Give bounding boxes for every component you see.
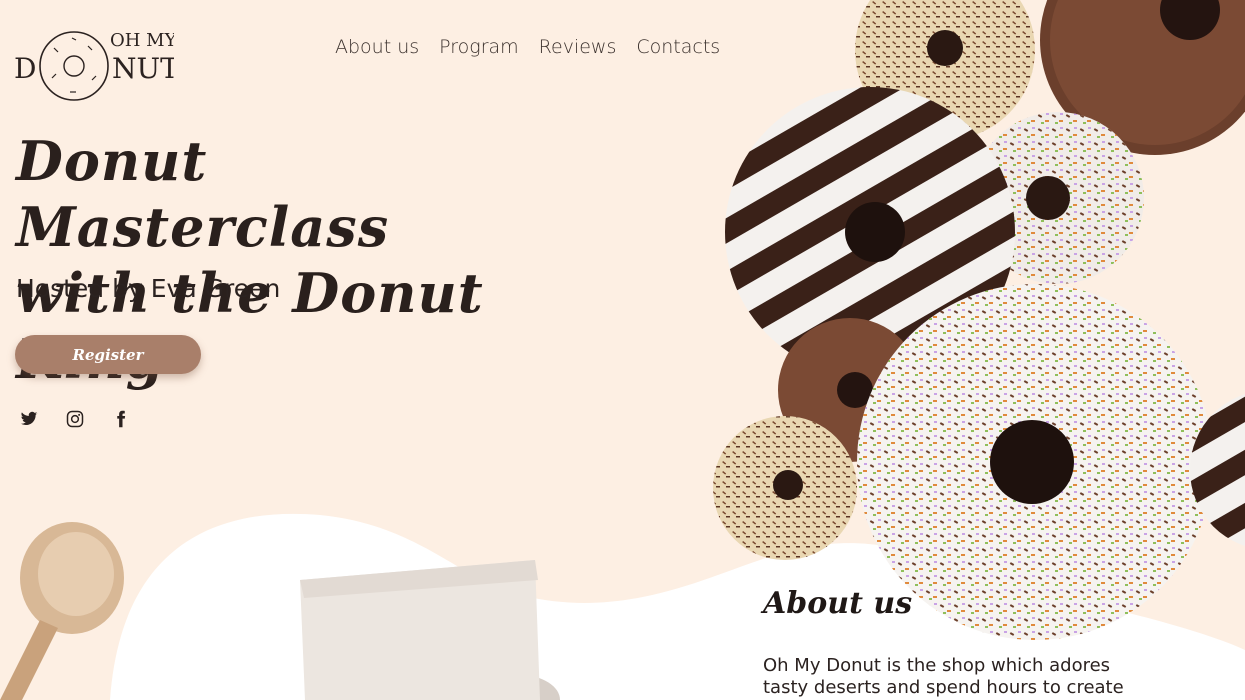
nav-reviews[interactable]: Reviews bbox=[539, 36, 617, 58]
social-links bbox=[20, 410, 130, 430]
about-title: About us bbox=[763, 586, 913, 621]
instagram-icon[interactable] bbox=[66, 410, 84, 430]
facebook-icon[interactable] bbox=[112, 410, 130, 430]
main-navigation: About us Program Reviews Contacts bbox=[335, 36, 720, 58]
wooden-spoon-image bbox=[0, 522, 124, 700]
twitter-icon[interactable] bbox=[20, 410, 38, 430]
register-button[interactable]: Register bbox=[15, 335, 201, 374]
about-text: Oh My Donut is the shop which adores tas… bbox=[763, 655, 1124, 698]
hero-subtitle: Hosted by Eva Green bbox=[16, 274, 281, 303]
nav-about-us[interactable]: About us bbox=[335, 36, 419, 58]
brand-logo[interactable]: OH MY D NUT bbox=[14, 26, 179, 110]
svg-text:NUT: NUT bbox=[112, 52, 174, 85]
nav-program[interactable]: Program bbox=[439, 36, 519, 58]
donut-box-image bbox=[300, 560, 560, 700]
nav-contacts[interactable]: Contacts bbox=[636, 36, 720, 58]
svg-text:D: D bbox=[14, 52, 36, 85]
logo-text-top: OH MY bbox=[110, 30, 174, 51]
